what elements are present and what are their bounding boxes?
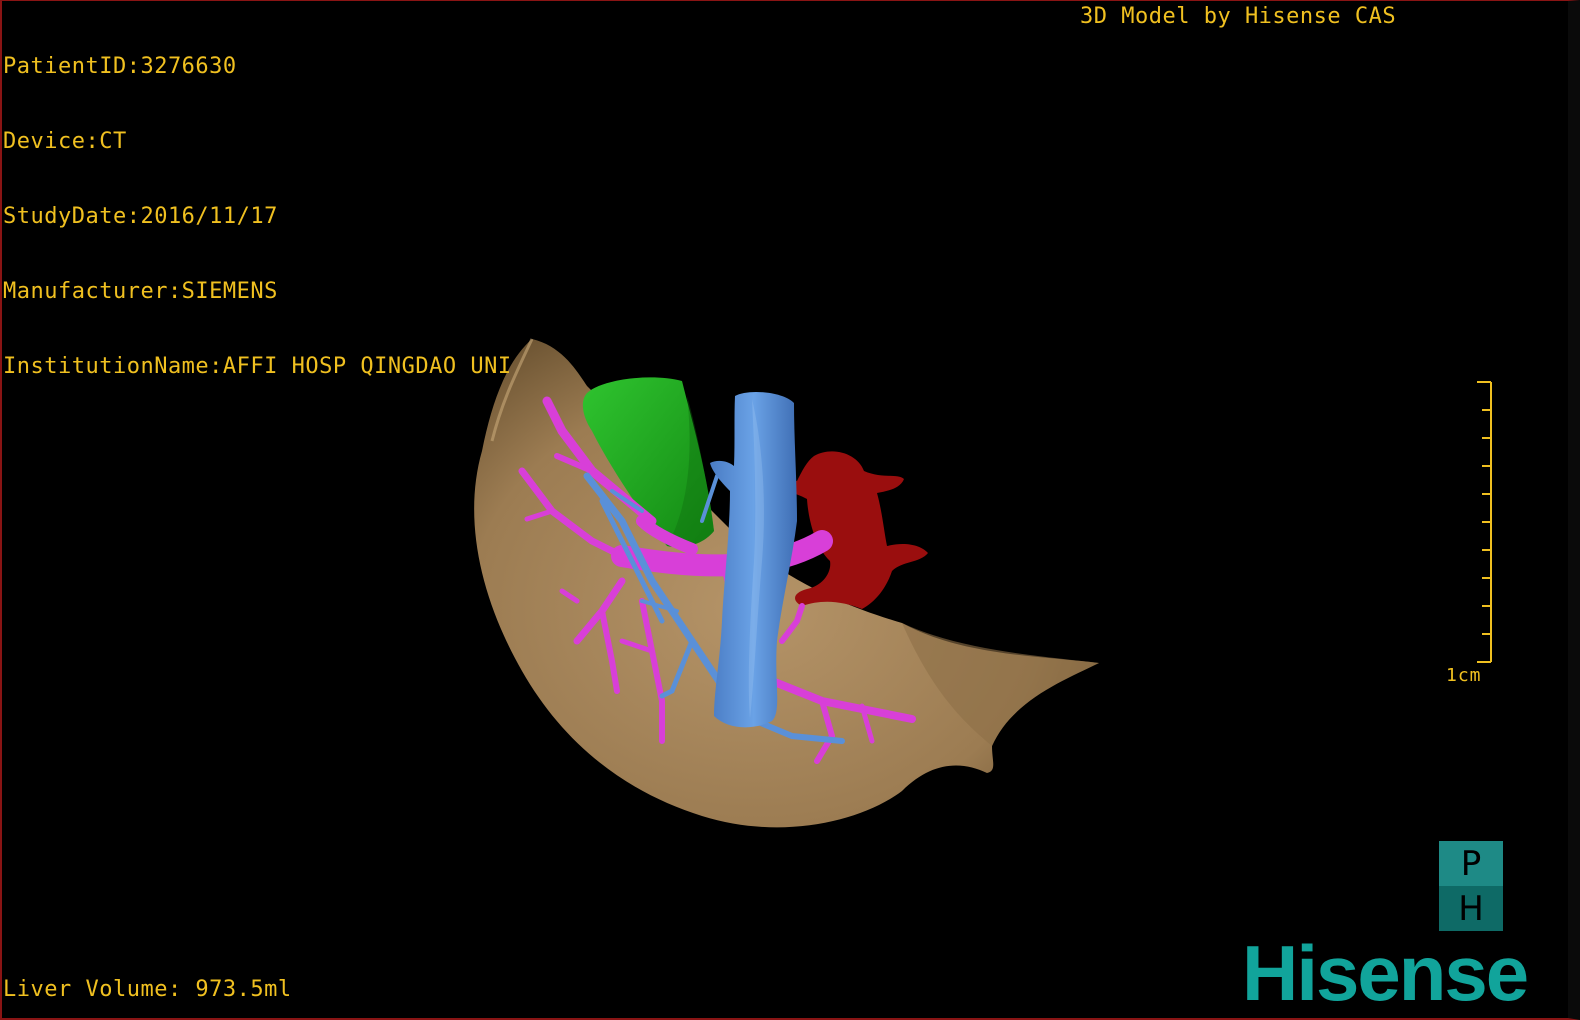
3d-viewport[interactable]: PatientID:3276630 Device:CT StudyDate:20… <box>0 0 1580 1020</box>
scale-ticks <box>1477 381 1491 663</box>
scale-bar <box>1477 381 1492 663</box>
institution-label: InstitutionName:AFFI HOSP QINGDAO UNI <box>3 354 512 379</box>
liver-volume-label: Liver Volume: 973.5ml <box>3 977 292 1002</box>
patient-info-overlay: PatientID:3276630 Device:CT StudyDate:20… <box>3 4 512 429</box>
model-credit-label: 3D Model by Hisense CAS <box>1080 4 1397 29</box>
orientation-face-posterior: P <box>1439 841 1503 886</box>
manufacturer-label: Manufacturer:SIEMENS <box>3 279 278 304</box>
device-label: Device:CT <box>3 129 127 154</box>
scale-bar-label: 1cm <box>1446 665 1482 686</box>
patient-id-label: PatientID:3276630 <box>3 54 237 79</box>
orientation-cube[interactable]: P H <box>1439 841 1503 931</box>
hisense-logo: Hisense <box>1242 929 1529 1017</box>
orientation-face-head: H <box>1439 886 1503 931</box>
study-date-label: StudyDate:2016/11/17 <box>3 204 278 229</box>
